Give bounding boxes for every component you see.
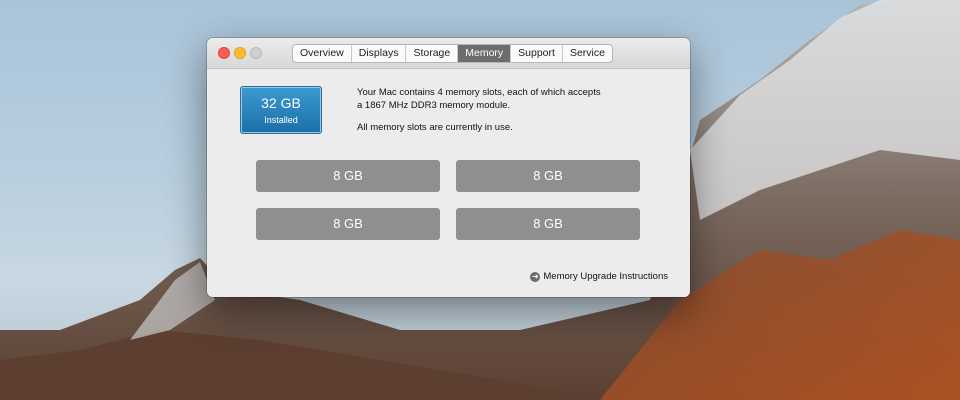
tab-service[interactable]: Service bbox=[563, 45, 612, 62]
memory-slot-4: 8 GB bbox=[456, 208, 640, 240]
memory-upgrade-instructions-link[interactable]: ➜ Memory Upgrade Instructions bbox=[530, 271, 668, 282]
memory-slot-3: 8 GB bbox=[256, 208, 440, 240]
description-line-1: Your Mac contains 4 memory slots, each o… bbox=[357, 87, 601, 98]
title-bar[interactable]: Overview Displays Storage Memory Support… bbox=[207, 38, 690, 69]
memory-panel: 32 GB Installed Your Mac contains 4 memo… bbox=[207, 69, 690, 297]
arrow-right-circle-icon: ➜ bbox=[530, 271, 541, 282]
memory-total-badge: 32 GB Installed bbox=[240, 86, 322, 134]
tab-storage[interactable]: Storage bbox=[406, 45, 459, 62]
about-this-mac-window: Overview Displays Storage Memory Support… bbox=[207, 38, 690, 297]
desktop-background: Overview Displays Storage Memory Support… bbox=[0, 0, 960, 400]
memory-slot-1: 8 GB bbox=[256, 160, 440, 192]
memory-slot-2: 8 GB bbox=[456, 160, 640, 192]
tab-memory[interactable]: Memory bbox=[458, 45, 512, 62]
minimize-window-icon[interactable] bbox=[234, 47, 246, 59]
zoom-window-icon[interactable] bbox=[250, 47, 262, 59]
memory-status: All memory slots are currently in use. bbox=[357, 122, 513, 133]
memory-installed-label: Installed bbox=[264, 115, 298, 125]
memory-upgrade-label: Memory Upgrade Instructions bbox=[543, 271, 668, 282]
close-window-icon[interactable] bbox=[218, 47, 230, 59]
tab-overview[interactable]: Overview bbox=[293, 45, 352, 62]
memory-description: Your Mac contains 4 memory slots, each o… bbox=[357, 86, 647, 134]
tab-support[interactable]: Support bbox=[511, 45, 563, 62]
description-line-2: a 1867 MHz DDR3 memory module. bbox=[357, 100, 511, 111]
memory-total-value: 32 GB bbox=[261, 95, 301, 111]
tab-displays[interactable]: Displays bbox=[352, 45, 407, 62]
tab-bar: Overview Displays Storage Memory Support… bbox=[292, 44, 613, 63]
